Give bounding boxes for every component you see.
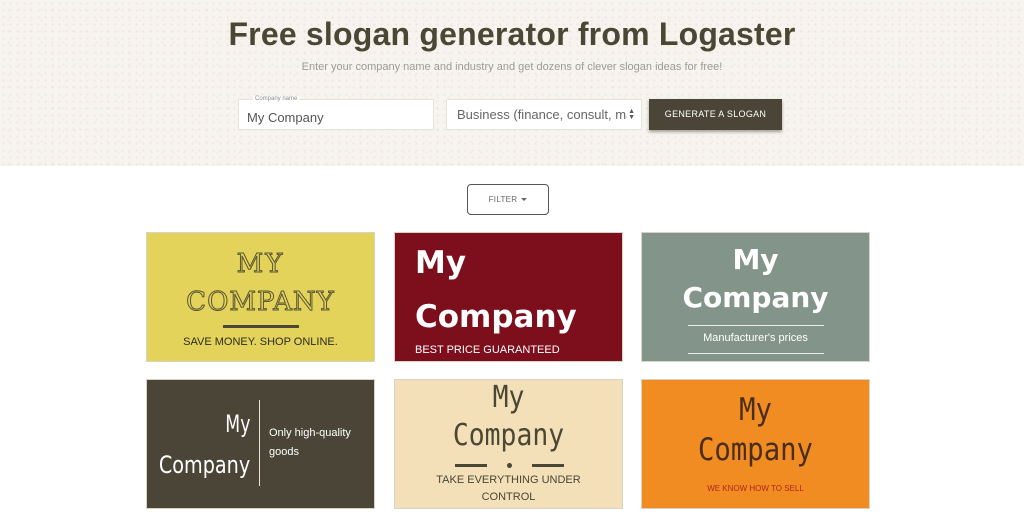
page-subtitle: Enter your company name and industry and…	[301, 61, 723, 73]
card-divider-right	[532, 464, 564, 467]
card-divider-dot	[507, 463, 512, 468]
card-slogan: BEST PRICE GUARANTEED	[415, 344, 560, 356]
card-slogan-line1: TAKE EVERYTHING UNDER	[436, 474, 581, 486]
card-divider-left	[455, 464, 487, 467]
card-company-line2: Company	[158, 451, 250, 479]
slogan-card-4[interactable]: My Company Only high-quality goods	[146, 379, 375, 509]
card-divider-top	[688, 325, 824, 326]
slogan-card-6[interactable]: My Company WE KNOW HOW TO SELL	[641, 379, 870, 509]
card-divider-bottom	[688, 353, 824, 354]
card-company-line1: My	[732, 243, 779, 276]
caret-down-icon	[521, 198, 528, 202]
card-company-line2: Company	[698, 432, 813, 468]
page-title: Free slogan generator from Logaster	[228, 16, 796, 52]
card-vertical-divider	[259, 400, 260, 486]
slogan-card-3[interactable]: My Company Manufacturer's prices	[641, 232, 870, 362]
slogan-card-1[interactable]: MY COMPANY SAVE MONEY. SHOP ONLINE.	[146, 232, 375, 362]
card-company-line1: My	[739, 392, 772, 428]
card-company-line2: COMPANY	[186, 287, 335, 318]
card-slogan-line1: Only high-quality	[269, 427, 351, 439]
hero-banner: Free slogan generator from Logaster Ente…	[0, 0, 1024, 166]
filter-button[interactable]: FILTER	[467, 184, 549, 215]
filter-button-label: FILTER	[488, 195, 518, 204]
card-company-line2: Company	[415, 299, 577, 335]
company-name-field[interactable]: Company name	[238, 96, 434, 130]
industry-select[interactable]: Business (finance, consult, ma ▲ ▼	[446, 99, 642, 130]
company-name-input[interactable]	[239, 100, 433, 129]
card-company-line1: My	[415, 245, 467, 281]
card-company-line1: My	[492, 380, 525, 415]
card-company-line1: My	[224, 410, 250, 438]
card-company-line1: MY	[236, 249, 285, 280]
card-slogan-line2: goods	[269, 446, 299, 458]
slogan-card-5[interactable]: My Company TAKE EVERYTHING UNDER CONTROL	[394, 379, 623, 509]
industry-select-value: Business (finance, consult, ma	[457, 107, 627, 122]
generate-slogan-button[interactable]: GENERATE A SLOGAN	[649, 99, 782, 130]
card-company-line2: Company	[682, 281, 829, 314]
card-slogan: Manufacturer's prices	[703, 332, 808, 344]
select-arrows-icon: ▲ ▼	[628, 108, 635, 121]
slogan-card-2[interactable]: My Company BEST PRICE GUARANTEED	[394, 232, 623, 362]
card-slogan-line2: CONTROL	[481, 491, 536, 503]
card-slogan: SAVE MONEY. SHOP ONLINE.	[183, 336, 338, 348]
card-slogan: WE KNOW HOW TO SELL	[707, 484, 804, 493]
card-company-line2: Company	[452, 418, 565, 453]
card-divider	[223, 325, 299, 328]
